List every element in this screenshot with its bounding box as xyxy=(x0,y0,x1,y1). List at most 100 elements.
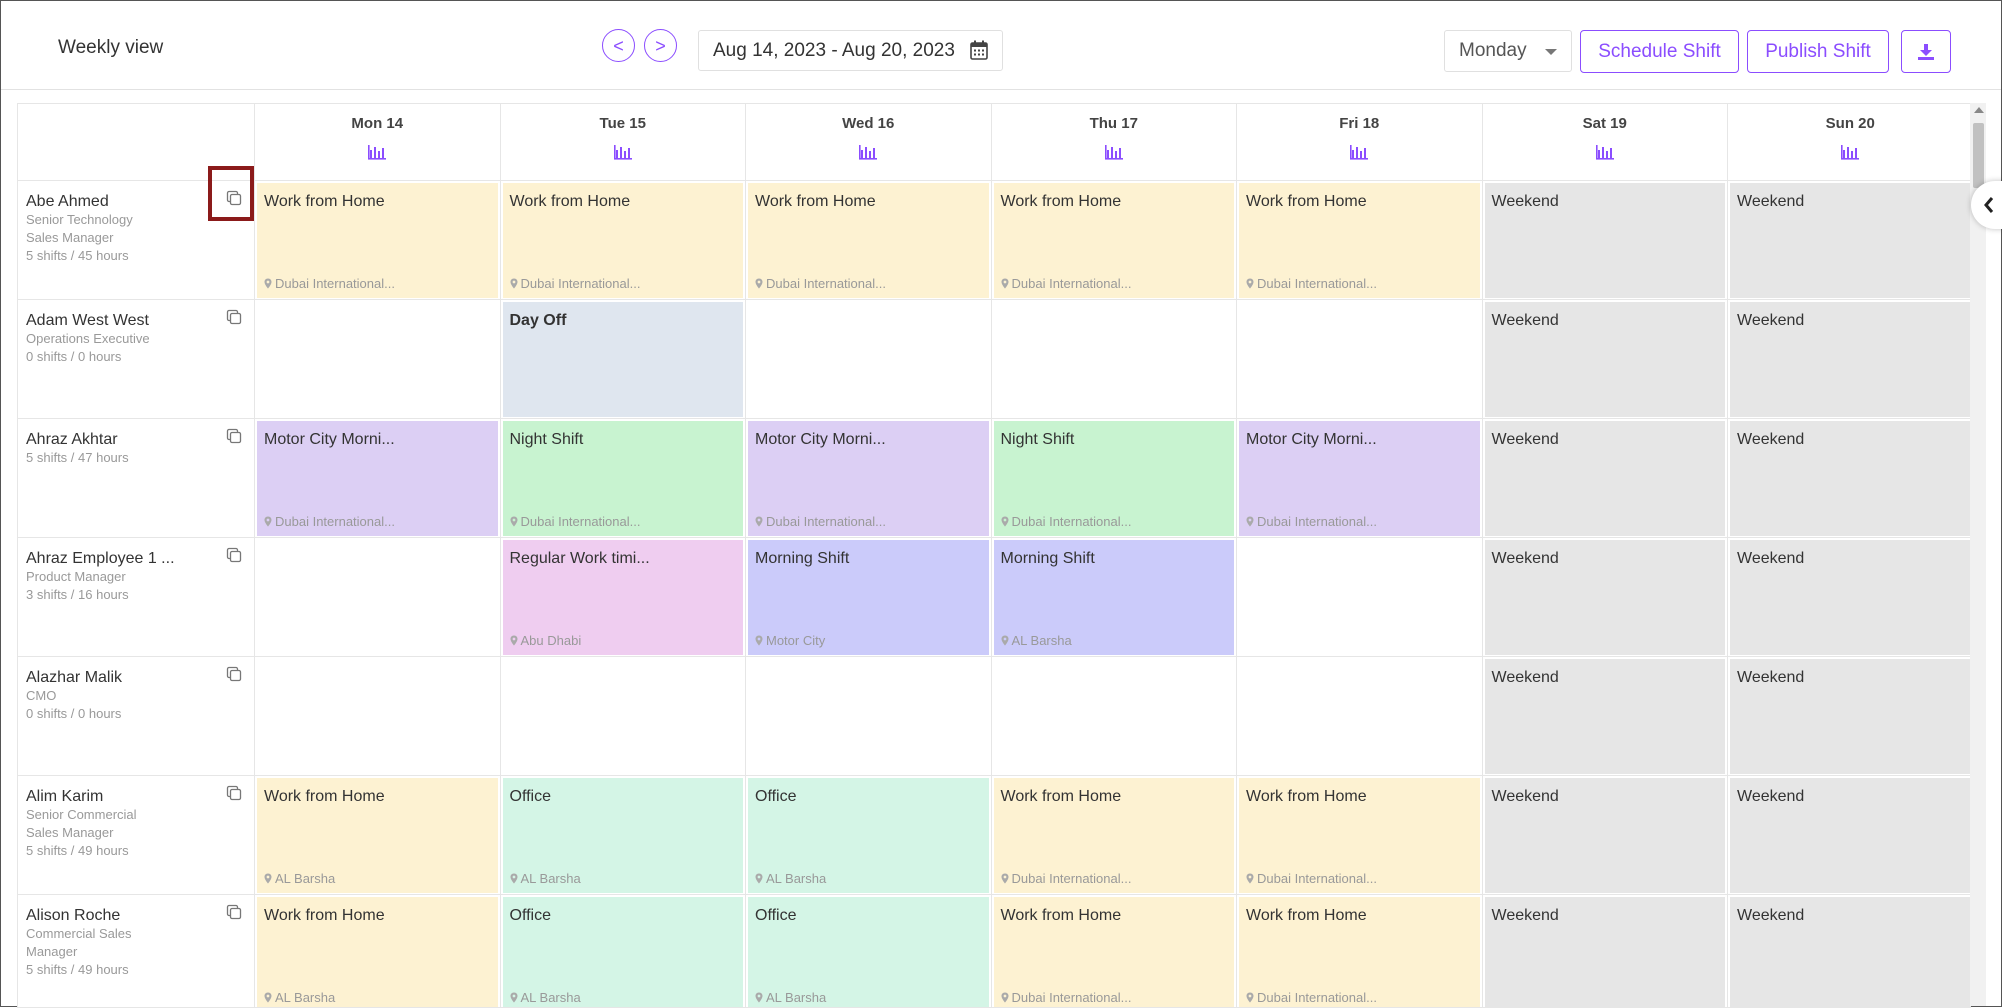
day-cell[interactable] xyxy=(499,657,746,776)
day-cell[interactable]: Weekend xyxy=(1727,538,1970,657)
employee-name[interactable]: Adam West West xyxy=(26,312,254,330)
employee-name[interactable]: Alazhar Malik xyxy=(26,669,254,687)
day-cell[interactable] xyxy=(254,300,500,419)
shift-card[interactable]: Work from Home Dubai International... xyxy=(993,897,1234,1007)
day-cell[interactable]: Office AL Barsha xyxy=(499,895,746,1007)
shift-card[interactable]: Weekend xyxy=(1484,659,1725,774)
day-cell[interactable]: Night Shift Dubai International... xyxy=(990,419,1237,538)
employee-name[interactable]: Alim Karim xyxy=(26,788,254,806)
copy-icon[interactable] xyxy=(226,666,242,682)
bar-chart-icon[interactable] xyxy=(1104,144,1124,160)
copy-icon[interactable] xyxy=(226,785,242,801)
shift-card[interactable]: Morning Shift AL Barsha xyxy=(993,540,1234,655)
copy-icon[interactable] xyxy=(226,309,242,325)
shift-card[interactable]: Work from Home Dubai International... xyxy=(502,183,743,298)
day-cell[interactable] xyxy=(254,657,500,776)
date-range-picker[interactable]: Aug 14, 2023 - Aug 20, 2023 xyxy=(698,30,1003,71)
day-cell[interactable] xyxy=(1236,300,1482,419)
day-cell[interactable]: Weekend xyxy=(1727,776,1970,895)
day-cell[interactable]: Regular Work timi... Abu Dhabi xyxy=(499,538,746,657)
shift-card[interactable]: Weekend xyxy=(1484,540,1725,655)
shift-card[interactable]: Work from Home Dubai International... xyxy=(993,183,1234,298)
day-cell[interactable]: Work from Home Dubai International... xyxy=(254,181,500,300)
bar-chart-icon[interactable] xyxy=(1840,144,1860,160)
copy-icon[interactable] xyxy=(226,547,242,563)
shift-card[interactable]: Office AL Barsha xyxy=(502,778,743,893)
day-cell[interactable] xyxy=(745,300,991,419)
shift-card[interactable]: Weekend xyxy=(1484,897,1725,1007)
shift-card[interactable]: Weekend xyxy=(1730,659,1970,774)
shift-card[interactable]: Work from Home Dubai International... xyxy=(993,778,1234,893)
week-start-select[interactable]: Monday xyxy=(1444,30,1572,72)
day-cell[interactable]: Weekend xyxy=(1481,776,1728,895)
next-week-button[interactable]: > xyxy=(644,29,677,62)
day-cell[interactable]: Office AL Barsha xyxy=(499,776,746,895)
day-cell[interactable]: Motor City Morni... Dubai International..… xyxy=(745,419,991,538)
day-cell[interactable]: Weekend xyxy=(1727,895,1970,1007)
copy-icon[interactable] xyxy=(226,428,242,444)
shift-card[interactable]: Regular Work timi... Abu Dhabi xyxy=(502,540,743,655)
shift-card[interactable]: Weekend xyxy=(1730,778,1970,893)
shift-card[interactable]: Work from Home Dubai International... xyxy=(1239,778,1480,893)
shift-card[interactable]: Weekend xyxy=(1730,421,1970,536)
day-cell[interactable]: Weekend xyxy=(1727,181,1970,300)
shift-card[interactable]: Night Shift Dubai International... xyxy=(502,421,743,536)
day-cell[interactable] xyxy=(990,657,1237,776)
schedule-shift-button[interactable]: Schedule Shift xyxy=(1580,30,1739,73)
previous-week-button[interactable]: < xyxy=(602,29,635,62)
day-cell[interactable]: Weekend xyxy=(1481,419,1728,538)
shift-card[interactable]: Weekend xyxy=(1484,421,1725,536)
day-cell[interactable] xyxy=(1236,657,1482,776)
shift-card[interactable]: Weekend xyxy=(1730,540,1970,655)
day-cell[interactable]: Office AL Barsha xyxy=(745,776,991,895)
publish-shift-button[interactable]: Publish Shift xyxy=(1747,30,1889,73)
day-cell[interactable] xyxy=(254,538,500,657)
shift-card[interactable]: Work from Home Dubai International... xyxy=(1239,897,1480,1007)
shift-card[interactable]: Motor City Morni... Dubai International..… xyxy=(257,421,498,536)
bar-chart-icon[interactable] xyxy=(613,144,633,160)
day-cell[interactable]: Weekend xyxy=(1727,300,1970,419)
day-cell[interactable]: Work from Home Dubai International... xyxy=(990,776,1237,895)
day-cell[interactable]: Office AL Barsha xyxy=(745,895,991,1007)
copy-icon[interactable] xyxy=(226,904,242,920)
day-cell[interactable] xyxy=(1236,538,1482,657)
shift-card[interactable]: Work from Home Dubai International... xyxy=(748,183,989,298)
scroll-up-arrow-icon[interactable] xyxy=(1974,107,1984,113)
day-cell[interactable]: Weekend xyxy=(1481,181,1728,300)
day-cell[interactable]: Night Shift Dubai International... xyxy=(499,419,746,538)
shift-card[interactable]: Motor City Morni... Dubai International..… xyxy=(748,421,989,536)
vertical-scrollbar[interactable] xyxy=(1970,103,1986,1006)
day-cell[interactable]: Work from Home Dubai International... xyxy=(1236,776,1482,895)
day-cell[interactable]: Work from Home Dubai International... xyxy=(745,181,991,300)
shift-card[interactable]: Morning Shift Motor City xyxy=(748,540,989,655)
shift-card[interactable]: Weekend xyxy=(1730,897,1970,1007)
bar-chart-icon[interactable] xyxy=(1349,144,1369,160)
day-cell[interactable]: Morning Shift AL Barsha xyxy=(990,538,1237,657)
shift-card[interactable]: Weekend xyxy=(1484,778,1725,893)
shift-card[interactable]: Office AL Barsha xyxy=(748,778,989,893)
shift-card[interactable]: Night Shift Dubai International... xyxy=(993,421,1234,536)
day-cell[interactable]: Weekend xyxy=(1727,657,1970,776)
day-cell[interactable]: Work from Home AL Barsha xyxy=(254,895,500,1007)
employee-name[interactable]: Alison Roche xyxy=(26,907,254,925)
employee-name[interactable]: Ahraz Employee 1 ... xyxy=(26,550,254,568)
day-cell[interactable]: Weekend xyxy=(1481,895,1728,1007)
scrollbar-thumb[interactable] xyxy=(1973,123,1984,188)
shift-card[interactable]: Work from Home Dubai International... xyxy=(1239,183,1480,298)
bar-chart-icon[interactable] xyxy=(367,144,387,160)
shift-card[interactable]: Day Off xyxy=(502,302,743,417)
shift-card[interactable]: Office AL Barsha xyxy=(502,897,743,1007)
shift-card[interactable]: Weekend xyxy=(1730,302,1970,417)
shift-card[interactable]: Work from Home AL Barsha xyxy=(257,778,498,893)
day-cell[interactable]: Work from Home Dubai International... xyxy=(1236,181,1482,300)
day-cell[interactable]: Day Off xyxy=(499,300,746,419)
employee-name[interactable]: Ahraz Akhtar xyxy=(26,431,254,449)
day-cell[interactable]: Weekend xyxy=(1727,419,1970,538)
day-cell[interactable]: Work from Home Dubai International... xyxy=(499,181,746,300)
day-cell[interactable]: Work from Home AL Barsha xyxy=(254,776,500,895)
shift-card[interactable]: Office AL Barsha xyxy=(748,897,989,1007)
day-cell[interactable] xyxy=(745,657,991,776)
shift-card[interactable]: Motor City Morni... Dubai International..… xyxy=(1239,421,1480,536)
calendar-icon[interactable] xyxy=(970,40,988,60)
bar-chart-icon[interactable] xyxy=(1595,144,1615,160)
